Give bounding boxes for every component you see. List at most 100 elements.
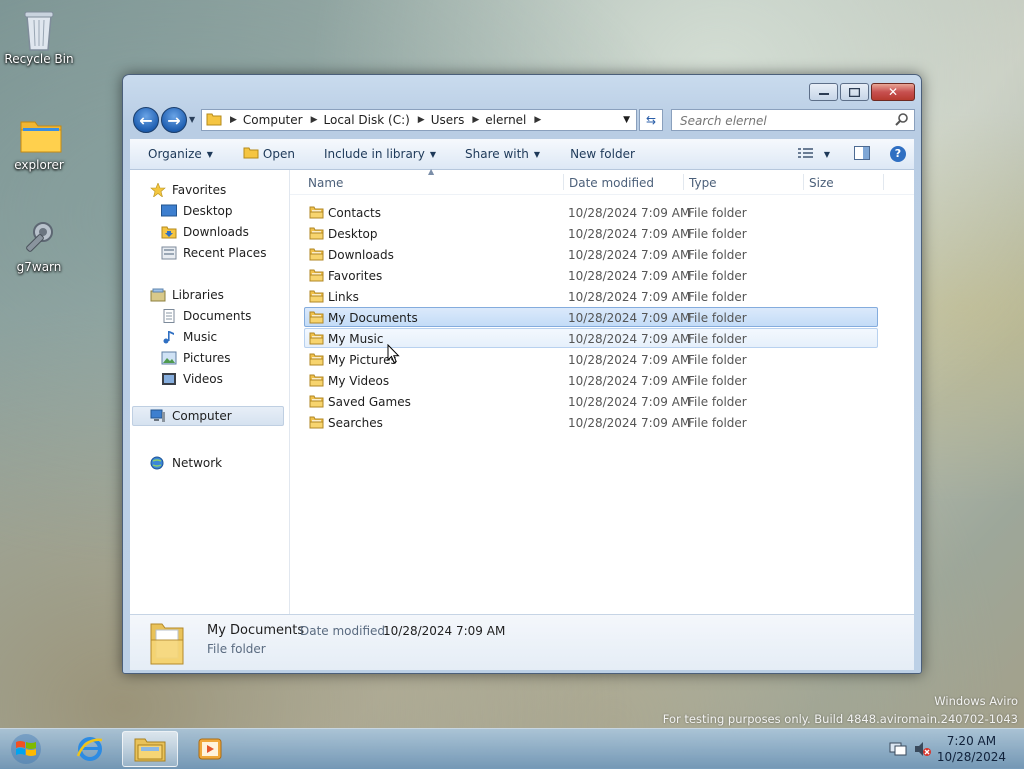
column-divider[interactable] (683, 174, 684, 190)
gear-icon (19, 216, 59, 256)
back-button[interactable]: ← (133, 107, 159, 133)
breadcrumb-elernel[interactable]: elernel (485, 113, 526, 127)
downloads-folder-icon (309, 247, 324, 261)
videos-icon (161, 372, 177, 386)
sidebar-item-pictures[interactable]: Pictures (161, 351, 231, 365)
file-explorer-icon (134, 738, 166, 762)
chevron-right-icon[interactable]: ▶ (230, 115, 237, 125)
column-divider[interactable] (803, 174, 804, 190)
search-input[interactable] (678, 113, 892, 129)
sidebar-item-downloads[interactable]: Downloads (161, 225, 249, 239)
desktop-icon-explorer[interactable]: explorer (4, 114, 74, 172)
sidebar-item-recent-places[interactable]: Recent Places (161, 246, 266, 260)
sidebar-item-label: Computer (172, 409, 232, 423)
file-row[interactable]: Links 10/28/2024 7:09 AM File folder (304, 286, 878, 306)
desktop-icon-label: explorer (14, 158, 64, 172)
taskbar-internet-explorer[interactable] (62, 731, 118, 767)
breadcrumb-computer[interactable]: Computer (243, 113, 303, 127)
breadcrumb-users[interactable]: Users (431, 113, 465, 127)
address-bar[interactable]: ▶ Computer ▶ Local Disk (C:) ▶ Users ▶ e… (201, 109, 637, 131)
sidebar-item-favorites[interactable]: Favorites (150, 182, 227, 198)
chevron-right-icon[interactable]: ▶ (534, 115, 541, 125)
chevron-right-icon[interactable]: ▶ (472, 115, 479, 125)
column-header-name[interactable]: Name (308, 176, 343, 190)
search-box (671, 109, 915, 131)
sidebar-item-videos[interactable]: Videos (161, 372, 223, 386)
recycle-bin-icon (19, 8, 59, 51)
column-divider[interactable] (563, 174, 564, 190)
maximize-button[interactable] (840, 83, 869, 101)
chevron-right-icon[interactable]: ▶ (311, 115, 318, 125)
links-folder-icon (309, 289, 324, 303)
documents-icon (161, 309, 177, 323)
file-name: My Music (328, 332, 384, 346)
sidebar-item-label: Favorites (172, 183, 227, 197)
file-row[interactable]: My Videos 10/28/2024 7:09 AM File folder (304, 370, 878, 390)
sidebar-item-label: Videos (183, 372, 223, 386)
file-row[interactable]: Contacts 10/28/2024 7:09 AM File folder (304, 202, 878, 222)
content-area: Favorites Desktop Downloads Recent Place… (130, 167, 914, 614)
desktop-icon (161, 204, 177, 218)
column-divider[interactable] (883, 174, 884, 190)
address-dropdown-icon[interactable]: ▼ (623, 115, 630, 125)
breadcrumb-local-disk[interactable]: Local Disk (C:) (324, 113, 410, 127)
file-row[interactable]: Downloads 10/28/2024 7:09 AM File folder (304, 244, 878, 264)
folder-icon (309, 352, 324, 366)
chevron-right-icon[interactable]: ▶ (418, 115, 425, 125)
sidebar-item-label: Libraries (172, 288, 224, 302)
search-icon[interactable] (895, 112, 909, 129)
refresh-icon: ⇆ (645, 113, 657, 127)
sidebar-item-libraries[interactable]: Libraries (150, 288, 224, 302)
new-folder-button[interactable]: New folder (570, 147, 635, 161)
help-button[interactable]: ? (890, 146, 906, 162)
window-controls: ✕ (807, 83, 915, 101)
volume-muted-icon[interactable] (914, 741, 932, 760)
taskbar-file-explorer[interactable] (122, 731, 178, 767)
file-row[interactable]: Desktop 10/28/2024 7:09 AM File folder (304, 223, 878, 243)
pictures-icon (161, 351, 177, 365)
include-in-library-menu[interactable]: Include in library ▼ (324, 147, 436, 161)
start-button[interactable] (6, 731, 46, 767)
file-date-modified: 10/28/2024 7:09 AM (568, 395, 691, 409)
open-button[interactable]: Open (243, 146, 295, 162)
file-row[interactable]: Favorites 10/28/2024 7:09 AM File folder (304, 265, 878, 285)
command-bar: Organize ▼ Open Include in library ▼ Share… (130, 139, 914, 170)
preview-pane-button[interactable] (854, 145, 870, 163)
file-type: File folder (688, 248, 747, 262)
refresh-button[interactable]: ⇆ (639, 109, 663, 131)
navigation-pane: Favorites Desktop Downloads Recent Place… (130, 170, 290, 614)
file-type: File folder (688, 269, 747, 283)
file-date-modified: 10/28/2024 7:09 AM (568, 290, 691, 304)
mouse-cursor-icon (387, 343, 400, 367)
column-header-type[interactable]: Type (689, 176, 717, 190)
forward-button[interactable]: → (161, 107, 187, 133)
file-row[interactable]: Saved Games 10/28/2024 7:09 AM File folder (304, 391, 878, 411)
sidebar-item-music[interactable]: Music (161, 330, 217, 344)
change-view-button[interactable]: ▼ (797, 147, 830, 162)
sidebar-item-documents[interactable]: Documents (161, 309, 251, 323)
recent-pages-dropdown[interactable]: ▼ (189, 115, 195, 124)
column-headers: Name ▲ Date modified Type Size (290, 167, 914, 195)
minimize-button[interactable] (809, 83, 838, 101)
action-center-icon[interactable] (889, 741, 907, 760)
share-with-menu[interactable]: Share with ▼ (465, 147, 540, 161)
column-header-size[interactable]: Size (809, 176, 834, 190)
taskbar-media-player[interactable] (182, 731, 238, 767)
file-name: Favorites (328, 269, 383, 283)
desktop-icon-g7warn[interactable]: g7warn (4, 216, 74, 274)
desktop-icon-recycle-bin[interactable]: Recycle Bin (4, 8, 74, 66)
sidebar-item-network[interactable]: Network (150, 456, 222, 470)
file-date-modified: 10/28/2024 7:09 AM (568, 248, 691, 262)
close-icon: ✕ (887, 85, 899, 99)
organize-menu[interactable]: Organize ▼ (148, 147, 213, 161)
sidebar-item-desktop[interactable]: Desktop (161, 204, 233, 218)
file-row[interactable]: My Documents 10/28/2024 7:09 AM File folde… (304, 307, 878, 327)
file-row[interactable]: Searches 10/28/2024 7:09 AM File folder (304, 412, 878, 432)
preview-pane-icon (854, 145, 870, 163)
column-header-date-modified[interactable]: Date modified (569, 176, 654, 190)
searches-folder-icon (309, 415, 324, 429)
system-clock[interactable]: 7:20 AM 10/28/2024 (937, 733, 1006, 765)
sidebar-item-computer[interactable]: Computer (132, 406, 284, 426)
close-button[interactable]: ✕ (871, 83, 915, 101)
media-player-icon (198, 738, 222, 760)
